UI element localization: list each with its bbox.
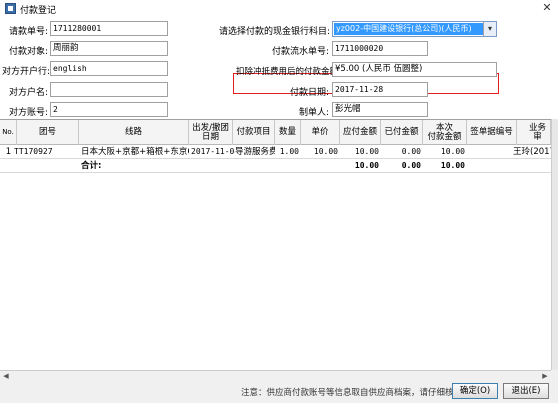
cell-group-no: TT170927: [14, 147, 53, 156]
payee-bank-field[interactable]: english: [50, 61, 168, 76]
scroll-right-icon[interactable]: ▶: [540, 371, 550, 381]
col-approval[interactable]: 业务审: [517, 120, 551, 145]
creator-label: 制单人:: [298, 108, 329, 118]
payee-name-label: 对方户名:: [8, 88, 48, 98]
payee-field[interactable]: 周丽韵: [50, 41, 168, 56]
net-amount-field: ¥5.00 (人民币 伍圆整): [332, 62, 497, 77]
payee-label: 付款对象:: [8, 47, 48, 57]
payee-account-field[interactable]: 2: [50, 102, 168, 117]
creator-field: 彭光帽: [332, 102, 428, 117]
exit-button[interactable]: 退出(E): [503, 383, 549, 399]
footer: 注意：供应商付款账号等信息取自供应商档案，请仔细核对。 确定(O) 退出(E): [0, 381, 558, 403]
cell-pay-item: 导游服务费: [235, 147, 275, 157]
table-row[interactable]: 1 TT170927 日本大阪+京都+箱根+东京6日5 2017-11-04 导…: [0, 145, 551, 159]
col-pay-item[interactable]: 付款项目: [233, 120, 275, 145]
pay-date-field[interactable]: 2017-11-28: [332, 82, 428, 97]
col-unit-price[interactable]: 单价: [301, 120, 340, 145]
scroll-left-icon[interactable]: ◀: [1, 371, 11, 381]
total-row: 合计: 10.00 0.00 10.00: [0, 159, 551, 173]
col-no[interactable]: No.: [0, 120, 17, 145]
cell-route: 日本大阪+京都+箱根+东京6日5: [81, 147, 189, 157]
bank-account-label: 请选择付款的现金银行科目:: [218, 27, 330, 37]
col-group-no[interactable]: 团号: [17, 120, 79, 145]
total-amount-due: 10.00: [354, 161, 379, 170]
cell-voucher-no: [467, 145, 517, 159]
chevron-down-icon[interactable]: ▾: [483, 22, 496, 36]
total-label: 合计:: [81, 161, 102, 171]
cell-amount-due: 10.00: [354, 147, 379, 156]
title-bar: 付款登记 ✕: [0, 0, 558, 17]
close-button[interactable]: ✕: [540, 0, 554, 16]
cell-quantity: 1.00: [279, 147, 299, 156]
serial-no-field[interactable]: 1711000020: [332, 41, 428, 56]
app-icon: [5, 3, 16, 14]
cell-amount-paid: 0.00: [401, 147, 421, 156]
total-amount-paid: 0.00: [401, 161, 421, 170]
notice-text: 注意：供应商付款账号等信息取自供应商档案，请仔细核对。: [241, 388, 471, 398]
confirm-button[interactable]: 确定(O): [452, 383, 498, 399]
payee-name-field[interactable]: [50, 82, 168, 97]
cell-current-amount: 10.00: [440, 147, 465, 156]
receipt-no-field[interactable]: 1711280001: [50, 21, 168, 36]
serial-no-label: 付款流水单号:: [271, 47, 329, 57]
receipt-no-label: 请款单号:: [8, 27, 48, 37]
payment-form: 请款单号: 1711280001 请选择付款的现金银行科目: yz002-中国建…: [0, 17, 558, 119]
total-current-amount: 10.00: [440, 161, 465, 170]
net-amount-label: 扣除冲抵费用后的付款金额:: [236, 67, 341, 77]
pay-date-label: 付款日期:: [289, 88, 329, 98]
col-voucher-no[interactable]: 签单据编号: [467, 120, 517, 145]
payment-table: No. 团号 线路 出发/撤团 日期 付款项目 数量 单价 应付金额 已付金额 …: [0, 119, 551, 370]
table-header: No. 团号 线路 出发/撤团 日期 付款项目 数量 单价 应付金额 已付金额 …: [0, 120, 551, 145]
cell-depart-date: 2017-11-04: [191, 147, 235, 156]
bank-account-select[interactable]: yz002-中国建设银行(总公司)(人民币) ▾: [332, 21, 497, 37]
col-amount-paid[interactable]: 已付金额: [381, 120, 423, 145]
payee-bank-label: 对方开户行:: [2, 67, 51, 77]
col-depart-date[interactable]: 出发/撤团 日期: [189, 120, 233, 145]
cell-unit-price: 10.00: [313, 147, 338, 156]
payee-account-label: 对方账号:: [8, 108, 48, 118]
horizontal-scrollbar[interactable]: ◀ ▶: [0, 370, 551, 381]
cell-approval: 王玲(2017-: [513, 147, 551, 157]
vertical-scrollbar[interactable]: [551, 119, 558, 370]
window-title: 付款登记: [20, 6, 57, 16]
col-current-amount[interactable]: 本次 付款金额: [423, 120, 467, 145]
bank-account-selected: yz002-中国建设银行(总公司)(人民币): [334, 23, 483, 35]
col-route[interactable]: 线路: [79, 120, 189, 145]
col-quantity[interactable]: 数量: [275, 120, 301, 145]
col-amount-due[interactable]: 应付金额: [340, 120, 381, 145]
